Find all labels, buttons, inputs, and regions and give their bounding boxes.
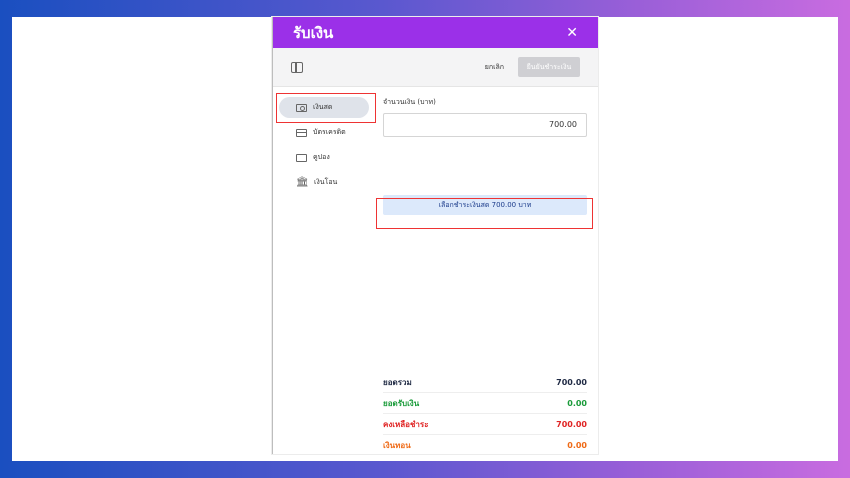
coupon-icon xyxy=(296,153,307,162)
cash-icon xyxy=(296,103,307,112)
summary-received-row: ยอดรับเงิน 0.00 xyxy=(383,393,587,414)
remaining-value: 700.00 xyxy=(556,419,587,429)
payment-method-sidebar: เงินสด บัตรเครดิต คูปอง 🏛 เงินโอน xyxy=(273,87,377,454)
remaining-label: คงเหลือชำระ xyxy=(383,419,429,429)
amount-label: จำนวนเงิน (บาท) xyxy=(383,98,436,106)
receive-payment-modal: รับเงิน ✕ ยกเลิก ยืนยันชำระเงิน เงินสด บ… xyxy=(272,17,598,454)
sidebar-item-label: เงินโอน xyxy=(314,178,338,186)
amount-input[interactable] xyxy=(383,112,587,137)
credit-card-icon xyxy=(296,128,307,137)
sidebar-toggle-icon[interactable] xyxy=(291,61,303,73)
sidebar-item-label: บัตรเครดิต xyxy=(313,128,346,136)
select-cash-payment-button[interactable]: เลือกชำระเงินสด 700.00 บาท xyxy=(383,195,587,215)
sidebar-item-label: เงินสด xyxy=(313,103,333,111)
received-label: ยอดรับเงิน xyxy=(383,398,420,408)
close-icon[interactable]: ✕ xyxy=(566,26,578,40)
summary-remaining-row: คงเหลือชำระ 700.00 xyxy=(383,414,587,435)
total-value: 700.00 xyxy=(556,377,587,387)
change-label: เงินทอน xyxy=(383,441,411,450)
sidebar-item-credit-card[interactable]: บัตรเครดิต xyxy=(279,122,369,143)
payment-summary: ยอดรวม 700.00 ยอดรับเงิน 0.00 คงเหลือชำร… xyxy=(383,372,587,456)
bank-icon: 🏛 xyxy=(296,176,309,188)
modal-body: เงินสด บัตรเครดิต คูปอง 🏛 เงินโอน จำนวนเ… xyxy=(273,87,598,454)
modal-toolbar: ยกเลิก ยืนยันชำระเงิน xyxy=(273,48,598,87)
sidebar-item-coupon[interactable]: คูปอง xyxy=(279,147,369,168)
cancel-button[interactable]: ยกเลิก xyxy=(485,62,504,73)
sidebar-item-transfer[interactable]: 🏛 เงินโอน xyxy=(279,172,369,193)
received-value: 0.00 xyxy=(567,398,587,408)
modal-header: รับเงิน ✕ xyxy=(273,17,598,48)
summary-total-row: ยอดรวม 700.00 xyxy=(383,372,587,393)
sidebar-item-label: คูปอง xyxy=(313,153,330,161)
change-value: 0.00 xyxy=(567,441,587,450)
sidebar-item-cash[interactable]: เงินสด xyxy=(279,97,369,118)
total-label: ยอดรวม xyxy=(383,377,412,387)
confirm-payment-button[interactable]: ยืนยันชำระเงิน xyxy=(518,57,580,77)
summary-change-row: เงินทอน 0.00 xyxy=(383,435,587,456)
modal-title: รับเงิน xyxy=(293,23,334,42)
